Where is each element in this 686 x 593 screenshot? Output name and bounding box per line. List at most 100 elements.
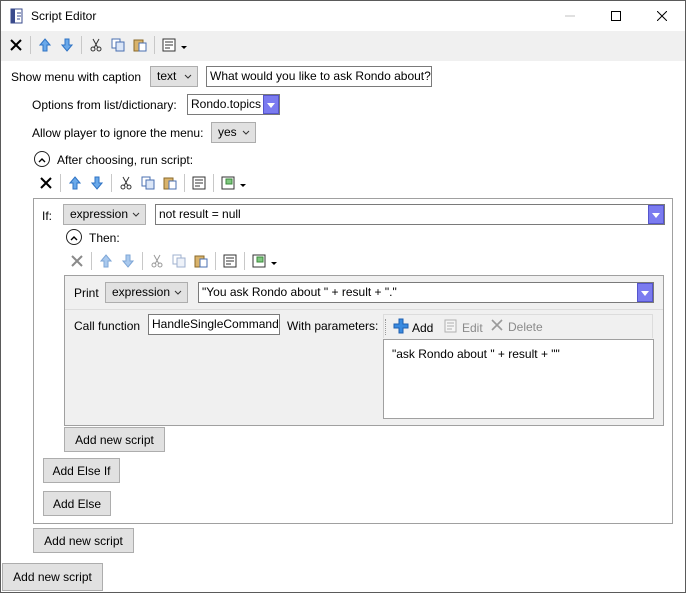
add-else-button[interactable]: Add Else xyxy=(43,491,111,516)
edit-param-button[interactable]: Edit xyxy=(443,318,483,337)
scissors-icon xyxy=(119,176,133,190)
params-toolbar: Add Edit Delete xyxy=(383,314,653,338)
toolbar-divider xyxy=(184,174,185,192)
move-down-button[interactable] xyxy=(86,172,108,194)
x-delete-icon xyxy=(40,177,52,189)
chevron-down-icon xyxy=(271,255,277,269)
maximize-icon xyxy=(611,8,621,24)
toolbar-overflow-button[interactable] xyxy=(270,250,278,272)
paste-button[interactable] xyxy=(159,172,181,194)
code-view-button[interactable] xyxy=(188,172,210,194)
move-up-button[interactable] xyxy=(34,34,56,56)
chevron-down-icon xyxy=(652,208,660,222)
copy-icon xyxy=(141,176,155,190)
arrow-down-icon xyxy=(61,38,73,52)
edit-param-label: Edit xyxy=(462,320,483,335)
move-down-button[interactable] xyxy=(56,34,78,56)
popout-editor-button[interactable] xyxy=(248,250,270,272)
toolbar-divider xyxy=(154,36,155,54)
popout-icon xyxy=(221,176,235,190)
print-label: Print xyxy=(74,286,99,300)
chevron-up-icon xyxy=(70,230,78,244)
code-view-icon xyxy=(162,38,176,52)
add-new-script-inner-button[interactable]: Add new script xyxy=(64,427,165,452)
copy-button[interactable] xyxy=(107,34,129,56)
print-expression-dropdown-button[interactable] xyxy=(637,283,653,302)
x-delete-icon xyxy=(10,39,22,51)
move-down-button[interactable] xyxy=(117,250,139,272)
toolbar-divider xyxy=(91,252,92,270)
plus-icon xyxy=(393,318,409,337)
list-item[interactable]: "ask Rondo about " + result + "" xyxy=(392,347,560,361)
print-type-value: expression xyxy=(112,285,171,299)
code-view-icon xyxy=(192,176,206,190)
move-up-button[interactable] xyxy=(64,172,86,194)
minimize-icon xyxy=(565,8,575,24)
window-title: Script Editor xyxy=(31,9,97,23)
arrow-up-icon xyxy=(39,38,51,52)
delete-param-button[interactable]: Delete xyxy=(490,318,543,335)
toolbar-divider xyxy=(244,252,245,270)
script-toolbar xyxy=(35,171,247,195)
add-new-script-mid-button[interactable]: Add new script xyxy=(33,528,134,553)
copy-button[interactable] xyxy=(137,172,159,194)
toolbar-divider xyxy=(81,36,82,54)
arrow-up-icon xyxy=(69,176,81,190)
cut-button[interactable] xyxy=(146,250,168,272)
maximize-button[interactable] xyxy=(593,1,639,31)
paste-icon xyxy=(133,38,147,52)
code-view-button[interactable] xyxy=(219,250,241,272)
chevron-down-icon xyxy=(242,127,250,141)
paste-icon xyxy=(163,176,177,190)
after-collapse-button[interactable] xyxy=(34,151,50,167)
move-up-button[interactable] xyxy=(95,250,117,272)
script-editor-window: Script Editor Show menu with caption tex… xyxy=(0,0,686,593)
function-name-input[interactable]: HandleSingleCommand xyxy=(148,314,280,335)
if-expression-dropdown-button[interactable] xyxy=(648,205,664,224)
delete-script-button[interactable] xyxy=(35,172,57,194)
if-expression-input[interactable]: not result = null xyxy=(155,204,665,225)
x-delete-icon xyxy=(71,255,83,267)
print-type-select[interactable]: expression xyxy=(105,282,188,303)
paste-button[interactable] xyxy=(190,250,212,272)
ignore-label: Allow player to ignore the menu: xyxy=(32,126,204,140)
delete-param-label: Delete xyxy=(508,319,543,334)
delete-script-button[interactable] xyxy=(66,250,88,272)
add-param-button[interactable]: Add xyxy=(393,318,433,337)
options-dropdown-button[interactable] xyxy=(263,95,279,114)
toolbar-divider xyxy=(142,252,143,270)
ignore-select[interactable]: yes xyxy=(211,122,256,143)
then-collapse-button[interactable] xyxy=(66,229,82,245)
caption-type-value: text xyxy=(157,69,177,83)
cut-button[interactable] xyxy=(115,172,137,194)
title-bar: Script Editor xyxy=(1,1,685,31)
code-view-button[interactable] xyxy=(158,34,180,56)
code-view-icon xyxy=(223,254,237,268)
print-expression-input[interactable]: "You ask Rondo about " + result + "." xyxy=(198,282,654,303)
paste-button[interactable] xyxy=(129,34,151,56)
toolbar-overflow-button[interactable] xyxy=(239,172,247,194)
caption-input[interactable]: What would you like to ask Rondo about? xyxy=(206,66,432,87)
minimize-button[interactable] xyxy=(547,1,593,31)
add-else-if-button[interactable]: Add Else If xyxy=(43,458,120,483)
toolbar-overflow-button[interactable] xyxy=(180,34,188,56)
caption-type-select[interactable]: text xyxy=(150,66,198,87)
add-new-script-outer-button[interactable]: Add new script xyxy=(2,563,103,591)
params-list[interactable]: "ask Rondo about " + result + "" xyxy=(383,339,654,419)
then-label: Then: xyxy=(89,231,120,245)
arrow-down-icon xyxy=(122,254,134,268)
toolbar-grip xyxy=(385,319,387,335)
chevron-down-icon xyxy=(181,39,187,53)
cut-button[interactable] xyxy=(85,34,107,56)
chevron-down-icon xyxy=(174,287,182,301)
toolbar-divider xyxy=(213,174,214,192)
chevron-down-icon xyxy=(240,177,246,191)
if-type-select[interactable]: expression xyxy=(63,204,146,225)
arrow-down-icon xyxy=(91,176,103,190)
copy-button[interactable] xyxy=(168,250,190,272)
arrow-up-icon xyxy=(100,254,112,268)
chevron-down-icon xyxy=(267,98,275,112)
popout-editor-button[interactable] xyxy=(217,172,239,194)
delete-script-button[interactable] xyxy=(5,34,27,56)
close-button[interactable] xyxy=(639,1,685,31)
